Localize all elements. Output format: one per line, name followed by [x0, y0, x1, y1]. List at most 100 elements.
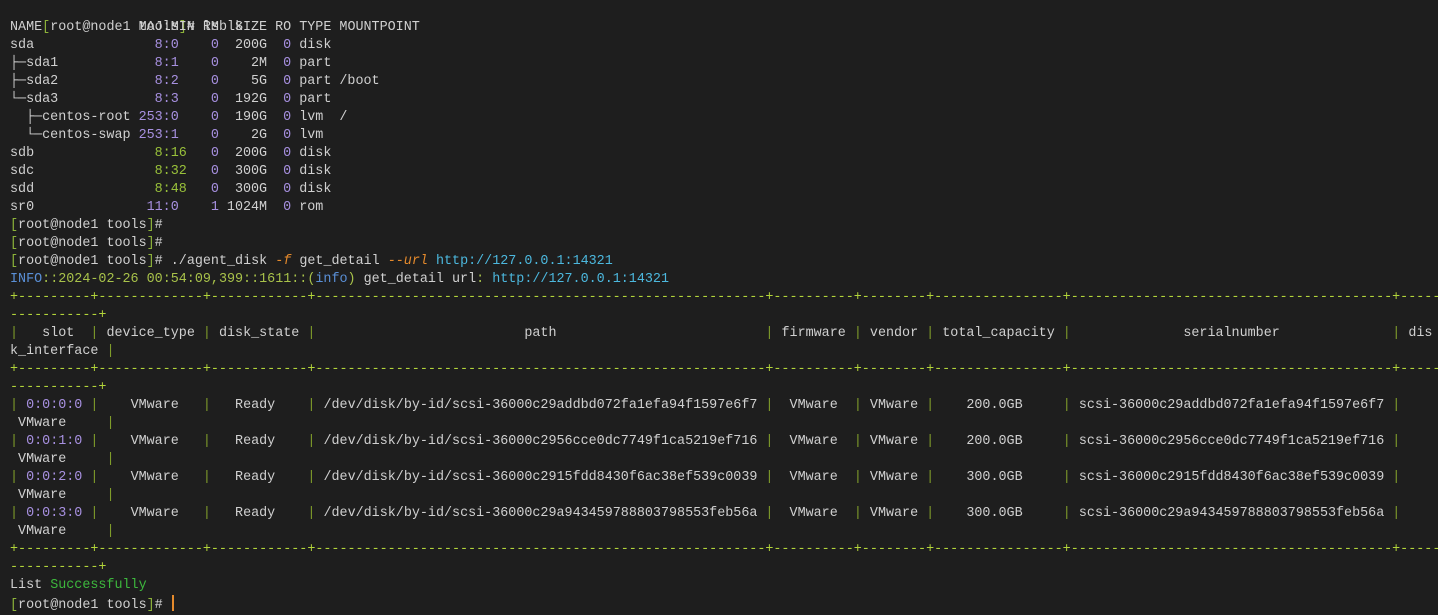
terminal-output[interactable]: [root@node1 tools]# lsblk NAME MAJ:MIN RM S… [10, 1, 1438, 613]
minor-number: 2 [170, 74, 179, 89]
cell-path: /dev/disk/by-id/scsi-36000c29addbd072fa1… [315, 398, 766, 413]
device-name: ├─sda1 [10, 56, 59, 71]
cell-separator: | [926, 470, 935, 485]
cell-device-type: VMware [98, 398, 203, 413]
readonly-flag: 0 [283, 146, 292, 161]
cell-separator: | [10, 326, 19, 341]
prompt-user-host: root@node1 tools [18, 236, 147, 251]
prompt-bracket: [ [10, 218, 19, 233]
cell-total-capacity: 200.0GB [934, 398, 1063, 413]
mountpoint: /boot [339, 74, 380, 89]
command-url: http://127.0.0.1:14321 [427, 254, 613, 269]
readonly-flag: 0 [283, 182, 292, 197]
device-size: 2M [251, 56, 268, 71]
log-tag-close: ) [347, 272, 356, 287]
log-url: http://127.0.0.1:14321 [492, 272, 669, 287]
major-number: 8 [154, 146, 163, 161]
cell-slot: 0:0:3:0 [18, 506, 91, 521]
prompt-bracket: [ [10, 254, 19, 269]
cell-separator: | [202, 470, 211, 485]
cell-device-type: VMware [98, 506, 203, 521]
readonly-flag: 0 [283, 74, 292, 89]
device-size: 1024M [226, 200, 268, 215]
lsblk-row: sdc 8:32 0 300G 0 disk [10, 163, 1438, 181]
device-type: disk [299, 38, 332, 53]
mountpoint: / [339, 110, 348, 125]
device-name: sdd [10, 182, 35, 197]
lsblk-row: ├─sda2 8:2 0 5G 0 part/boot [10, 73, 1438, 91]
log-colon: : [476, 272, 493, 287]
major-number: 8 [154, 56, 163, 71]
lsblk-row: └─centos-swap 253:1 0 2G 0 lvm [10, 127, 1438, 145]
majmin-separator: : [162, 164, 171, 179]
cell-separator: | [853, 326, 862, 341]
cell-firmware: VMware [773, 434, 854, 449]
prompt-user-host: root@node1 tools [18, 598, 147, 613]
cell-separator: | [1062, 398, 1071, 413]
log-tag: info [315, 272, 348, 287]
lsblk-header: NAME MAJ:MIN RM SIZE RO TYPE MOUNTPOINT [10, 19, 1438, 37]
command-flag-f: -f [275, 254, 292, 269]
cell-separator: | [106, 488, 115, 503]
cell-slot: 0:0:0:0 [18, 398, 91, 413]
prompt-line: [root@node1 tools]# [10, 217, 1438, 235]
cell-separator: | [10, 398, 19, 413]
prompt-line-active[interactable]: [root@node1 tools]# [10, 595, 1438, 613]
major-number: 8 [154, 38, 163, 53]
device-type: disk [299, 146, 332, 161]
minor-number: 0 [170, 200, 179, 215]
cell-separator: | [926, 434, 935, 449]
cell-separator: | [10, 434, 19, 449]
device-type: part [299, 92, 332, 107]
column-header-slot: slot [18, 326, 91, 341]
cell-separator: | [202, 326, 211, 341]
cell-path: /dev/disk/by-id/scsi-36000c2915fdd8430f6… [315, 470, 766, 485]
majmin-separator: : [162, 38, 171, 53]
device-size: 5G [251, 74, 268, 89]
device-name: sda [10, 38, 35, 53]
cell-separator: | [853, 506, 862, 521]
table-row: | 0:0:3:0 | VMware | Ready | /dev/disk/b… [10, 505, 1438, 541]
device-size: 200G [234, 146, 268, 161]
removable-flag: 0 [210, 92, 219, 107]
readonly-flag: 0 [283, 110, 292, 125]
majmin-separator: : [162, 200, 171, 215]
disk-table: +---------+-------------+------------+--… [10, 289, 1438, 577]
cell-separator: | [853, 398, 862, 413]
header-size: SIZE [234, 20, 268, 35]
table-border: +---------+-------------+------------+--… [10, 290, 1438, 323]
column-header-vendor: vendor [861, 326, 927, 341]
minor-number: 1 [170, 56, 179, 71]
cell-separator: | [926, 506, 935, 521]
device-type: disk [299, 182, 332, 197]
device-type: disk [299, 164, 332, 179]
cell-firmware: VMware [773, 398, 854, 413]
major-number: 8 [154, 74, 163, 89]
device-size: 300G [234, 182, 268, 197]
prompt-user-host: root@node1 tools [18, 218, 147, 233]
prompt-hash: # [154, 598, 171, 613]
log-meta: ::2024-02-26 00:54:09,399::1611::( [42, 272, 316, 287]
removable-flag: 1 [210, 200, 219, 215]
device-name: sr0 [10, 200, 35, 215]
majmin-separator: : [162, 92, 171, 107]
cell-serialnumber: scsi-36000c2956cce0dc7749f1ca5219ef716 [1070, 434, 1393, 449]
prompt-bracket: ] [146, 254, 155, 269]
device-size: 300G [234, 164, 268, 179]
cell-vendor: VMware [861, 470, 927, 485]
removable-flag: 0 [210, 164, 219, 179]
removable-flag: 0 [210, 110, 219, 125]
readonly-flag: 0 [283, 38, 292, 53]
device-size: 192G [234, 92, 268, 107]
prompt-hash: # [154, 236, 171, 251]
lsblk-row: sdd 8:48 0 300G 0 disk [10, 181, 1438, 199]
majmin-separator: : [162, 56, 171, 71]
cell-separator: | [1062, 470, 1071, 485]
cell-serialnumber: scsi-36000c29a943459788803798553feb56a [1070, 506, 1393, 521]
lsblk-row: └─sda3 8:3 0 192G 0 part [10, 91, 1438, 109]
device-size: 200G [234, 38, 268, 53]
device-name: └─sda3 [10, 92, 59, 107]
cell-separator: | [1062, 434, 1071, 449]
log-message: get_detail url [355, 272, 477, 287]
cell-slot: 0:0:1:0 [18, 434, 91, 449]
